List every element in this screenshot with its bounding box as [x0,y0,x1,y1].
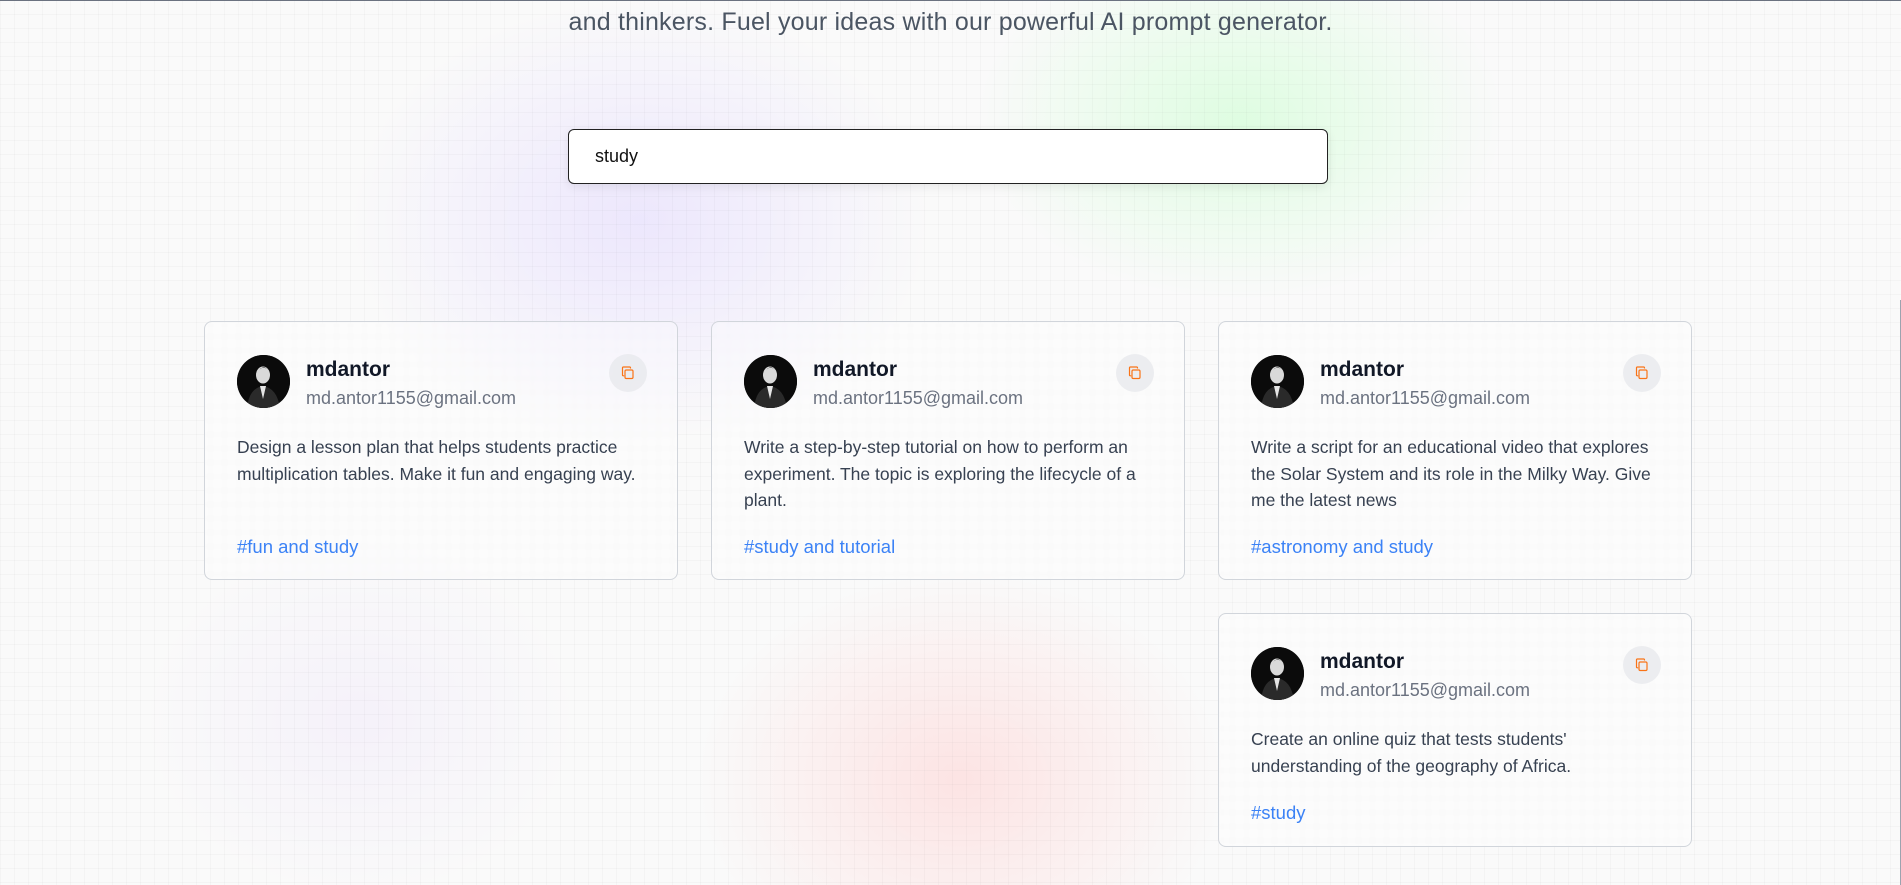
copy-button[interactable] [1116,354,1154,392]
copy-icon [621,366,634,380]
copy-icon [1635,658,1648,672]
user-avatar[interactable] [237,355,290,408]
prompt-text: Design a lesson plan that helps students… [237,437,636,484]
copy-button[interactable] [1623,354,1661,392]
user-avatar[interactable] [1251,355,1304,408]
search-input[interactable] [569,130,1327,183]
user-avatar[interactable] [1251,647,1304,700]
username[interactable]: mdantor [813,358,897,382]
user-email: md.antor1155@gmail.com [1320,680,1531,700]
top-border [0,0,1901,1]
search-form [568,129,1328,184]
user-email: md.antor1155@gmail.com [306,388,517,408]
copy-button[interactable] [1623,646,1661,684]
prompt-tag[interactable]: #fun and study [237,536,358,558]
user-avatar[interactable] [744,355,797,408]
username[interactable]: mdantor [306,358,390,382]
user-email: md.antor1155@gmail.com [813,388,1024,408]
prompt-text: Write a step-by-step tutorial on how to … [744,437,1136,510]
prompt-tag[interactable]: #study [1251,802,1306,824]
prompt-card: mdantor md.antor1155@gmail.com Design a … [204,321,678,580]
prompt-text: Create an online quiz that tests student… [1251,729,1572,776]
username[interactable]: mdantor [1320,650,1404,674]
prompt-text: Write a script for an educational video … [1251,437,1651,510]
prompt-tag[interactable]: #study and tutorial [744,536,895,558]
copy-icon [1128,366,1141,380]
prompt-card: mdantor md.antor1155@gmail.com Write a s… [711,321,1185,580]
username[interactable]: mdantor [1320,358,1404,382]
prompt-card: mdantor md.antor1155@gmail.com Create an… [1218,613,1692,847]
prompt-tag[interactable]: #astronomy and study [1251,536,1433,558]
hero-description: and thinkers. Fuel your ideas with our p… [568,8,1333,36]
prompt-card: mdantor md.antor1155@gmail.com Write a s… [1218,321,1692,580]
copy-button[interactable] [609,354,647,392]
copy-icon [1635,366,1648,380]
user-email: md.antor1155@gmail.com [1320,388,1531,408]
